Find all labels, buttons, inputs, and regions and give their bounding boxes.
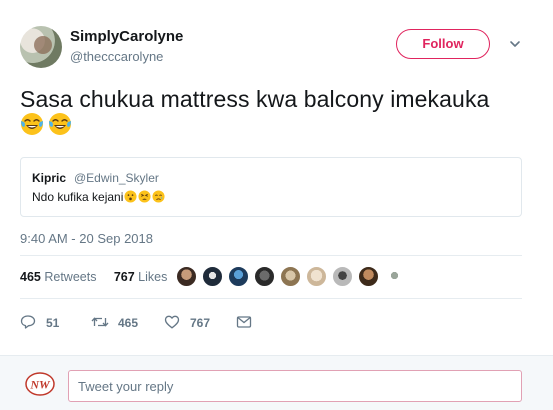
retweet-icon <box>91 317 109 327</box>
like-action[interactable]: 767 <box>164 312 234 332</box>
face-with-tears-of-joy-icon <box>21 113 43 135</box>
retweet-action[interactable]: 465 <box>91 312 161 332</box>
reply-action[interactable]: 51 <box>20 312 80 332</box>
liker-avatar[interactable] <box>176 266 197 287</box>
quoted-author-handle: @Edwin_Skyler <box>74 171 159 185</box>
retweet-stat[interactable]: 465 Retweets <box>20 270 96 284</box>
divider <box>20 298 522 299</box>
liker-avatar[interactable] <box>332 266 353 287</box>
retweet-count: 465 <box>118 316 139 330</box>
author-avatar[interactable] <box>20 26 62 68</box>
retweets-label: Retweets <box>44 270 97 284</box>
quoted-tweet-text-content: Ndo kufika kejani <box>32 190 124 204</box>
liker-avatar[interactable] <box>358 266 379 287</box>
chevron-down-icon[interactable] <box>509 38 521 50</box>
quoted-author-name: Kipric <box>32 171 67 185</box>
tweet-card: SimplyCarolyne @thecccarolyne Follow Sas… <box>0 0 553 355</box>
liker-avatar[interactable] <box>202 266 223 287</box>
liker-avatar[interactable] <box>384 266 405 287</box>
likes-count: 767 <box>113 270 135 284</box>
reply-input[interactable] <box>68 370 522 402</box>
like-count: 767 <box>190 316 211 330</box>
retweets-count: 465 <box>20 270 41 284</box>
direct-message-action[interactable] <box>236 312 256 332</box>
envelope-icon <box>236 316 252 328</box>
quoted-tweet-text: Ndo kufika kejani <box>32 190 165 204</box>
likes-label: Likes <box>138 270 168 284</box>
face-with-tears-of-joy-icon <box>49 113 71 135</box>
tired-face-icon <box>138 190 151 203</box>
hushed-face-icon <box>124 190 137 203</box>
crying-face-icon <box>152 190 165 203</box>
heart-icon <box>164 315 180 329</box>
reply-count: 51 <box>46 316 60 330</box>
tweet-stats: 465 Retweets 767 Likes <box>20 270 167 284</box>
user-logo-avatar[interactable]: NW <box>25 372 55 396</box>
author-display-name[interactable]: SimplyCarolyne <box>70 28 183 45</box>
divider <box>20 255 522 256</box>
liker-avatar[interactable] <box>306 266 327 287</box>
liker-avatar[interactable] <box>228 266 249 287</box>
reply-bar: NW <box>0 355 553 410</box>
liker-avatar[interactable] <box>280 266 301 287</box>
tweet-emojis <box>20 112 76 138</box>
logo-text: NW <box>29 378 51 392</box>
likes-stat[interactable]: 767 Likes <box>114 270 168 284</box>
quoted-tweet[interactable]: Kipric @Edwin_Skyler Ndo kufika kejani <box>20 157 522 217</box>
follow-button[interactable]: Follow <box>396 29 490 59</box>
author-handle[interactable]: @thecccarolyne <box>70 49 163 64</box>
tweet-timestamp[interactable]: 9:40 AM - 20 Sep 2018 <box>20 231 153 246</box>
liker-avatar[interactable] <box>254 266 275 287</box>
tweet-text: Sasa chukua mattress kwa balcony imekauk… <box>20 86 490 112</box>
reply-icon <box>20 315 36 329</box>
